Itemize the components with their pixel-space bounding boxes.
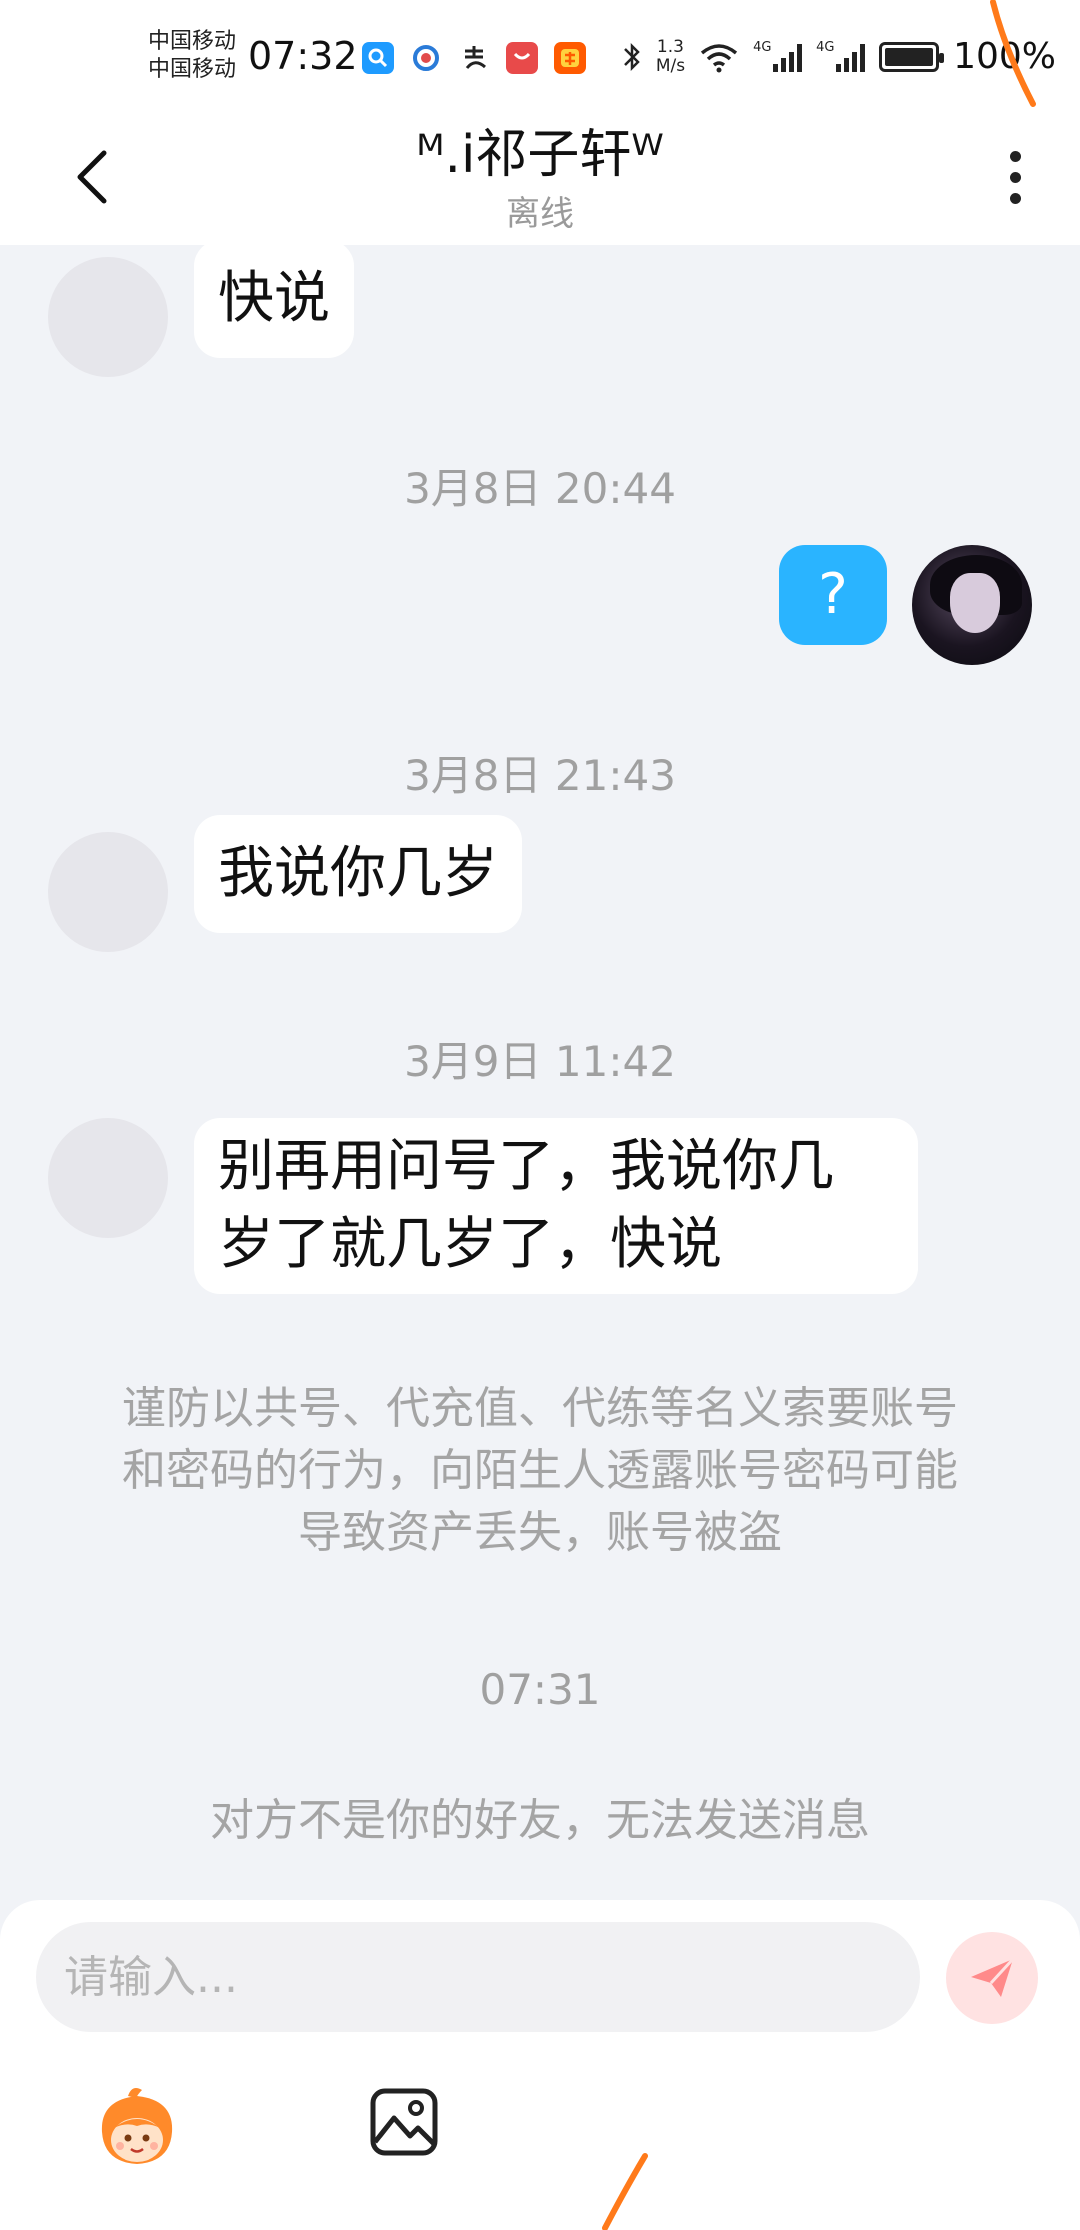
chat-header: ᴹ.i祁子轩ᵂ 离线 (0, 110, 1080, 245)
net-speed-unit: M/s (655, 55, 686, 76)
search-app-icon (362, 42, 394, 74)
carrier-labels: 中国移动 中国移动 (148, 28, 236, 84)
message-input[interactable] (36, 1922, 920, 2032)
message-text: ? (818, 562, 848, 627)
contact-avatar[interactable] (48, 832, 168, 952)
huawei-store-icon (506, 42, 538, 74)
bluetooth-icon (623, 42, 640, 71)
photo-app-icon (410, 42, 442, 74)
contact-avatar[interactable] (48, 1118, 168, 1238)
wifi-icon (700, 43, 738, 72)
notice-line: 谨防以共号、代充值、代练等名义索要账号 (122, 1383, 958, 1434)
signal-1-icon: 4G (753, 39, 803, 72)
message-text-line: 岁了就几岁了，快说 (218, 1212, 722, 1277)
my-avatar[interactable] (912, 545, 1032, 665)
received-message-bubble[interactable]: 我说你几岁 (194, 815, 522, 933)
battery-icon (879, 41, 945, 72)
more-options-button[interactable] (990, 142, 1040, 212)
not-friend-notice: 对方不是你的好友，无法发送消息 (210, 1795, 870, 1846)
image-button[interactable] (368, 2086, 440, 2158)
status-bar: 中国移动 中国移动 07:32 1.3 M/s 4G 4G 100% (0, 0, 1080, 110)
taobao-icon (554, 42, 586, 74)
contact-avatar[interactable] (48, 257, 168, 377)
contact-name: ᴹ.i祁子轩ᵂ (416, 125, 664, 185)
sent-message-bubble[interactable]: ? (779, 545, 887, 645)
received-message-bubble[interactable]: 别再用问号了，我说你几 岁了就几岁了，快说 (194, 1118, 918, 1294)
security-notice: 谨防以共号、代充值、代练等名义索要账号 和密码的行为，向陌生人透露账号密码可能 … (80, 1378, 1000, 1564)
more-dot-icon (1009, 150, 1021, 162)
orange-scribble-top (990, 0, 1036, 107)
send-button[interactable] (946, 1932, 1038, 2024)
network-type-2: 4G (816, 39, 835, 55)
message-list[interactable]: 快说 3月8日 20:44 ? 3月8日 21:43 我说你几岁 3月9日 11… (0, 240, 1080, 1900)
notice-line: 和密码的行为，向陌生人透露账号密码可能 (122, 1445, 958, 1496)
message-timestamp: 3月9日 11:42 (404, 1037, 676, 1086)
received-message-bubble[interactable]: 快说 (194, 240, 354, 358)
message-timestamp: 3月8日 21:43 (404, 751, 676, 800)
message-text: 快说 (218, 266, 330, 331)
signal-2-icon: 4G (816, 39, 866, 72)
message-text: 我说你几岁 (218, 841, 498, 906)
message-timestamp: 07:31 (479, 1665, 601, 1714)
orange-scribble-bottom (602, 2153, 648, 2230)
message-composer (0, 1900, 1080, 2230)
net-speed-value: 1.3 (656, 36, 684, 57)
more-dot-icon (1009, 192, 1021, 204)
notification-icons (362, 42, 586, 74)
carrier-1: 中国移动 (148, 29, 237, 54)
status-time: 07:32 (248, 34, 358, 78)
emoji-button[interactable] (92, 2082, 182, 2172)
net-speed: 1.3 M/s (655, 36, 686, 76)
notice-line: 导致资产丢失，账号被盗 (298, 1507, 782, 1558)
network-type-1: 4G (753, 39, 772, 55)
paper-plane-icon (971, 1957, 1015, 1997)
message-text-line: 别再用问号了，我说你几 (218, 1134, 834, 1199)
alipay-icon (458, 42, 490, 74)
image-icon (370, 2088, 438, 2156)
message-timestamp: 3月8日 20:44 (404, 464, 676, 513)
more-dot-icon (1009, 171, 1021, 183)
emoji-mascot-icon (101, 2088, 173, 2164)
carrier-2: 中国移动 (148, 57, 237, 82)
contact-status: 离线 (506, 194, 574, 234)
